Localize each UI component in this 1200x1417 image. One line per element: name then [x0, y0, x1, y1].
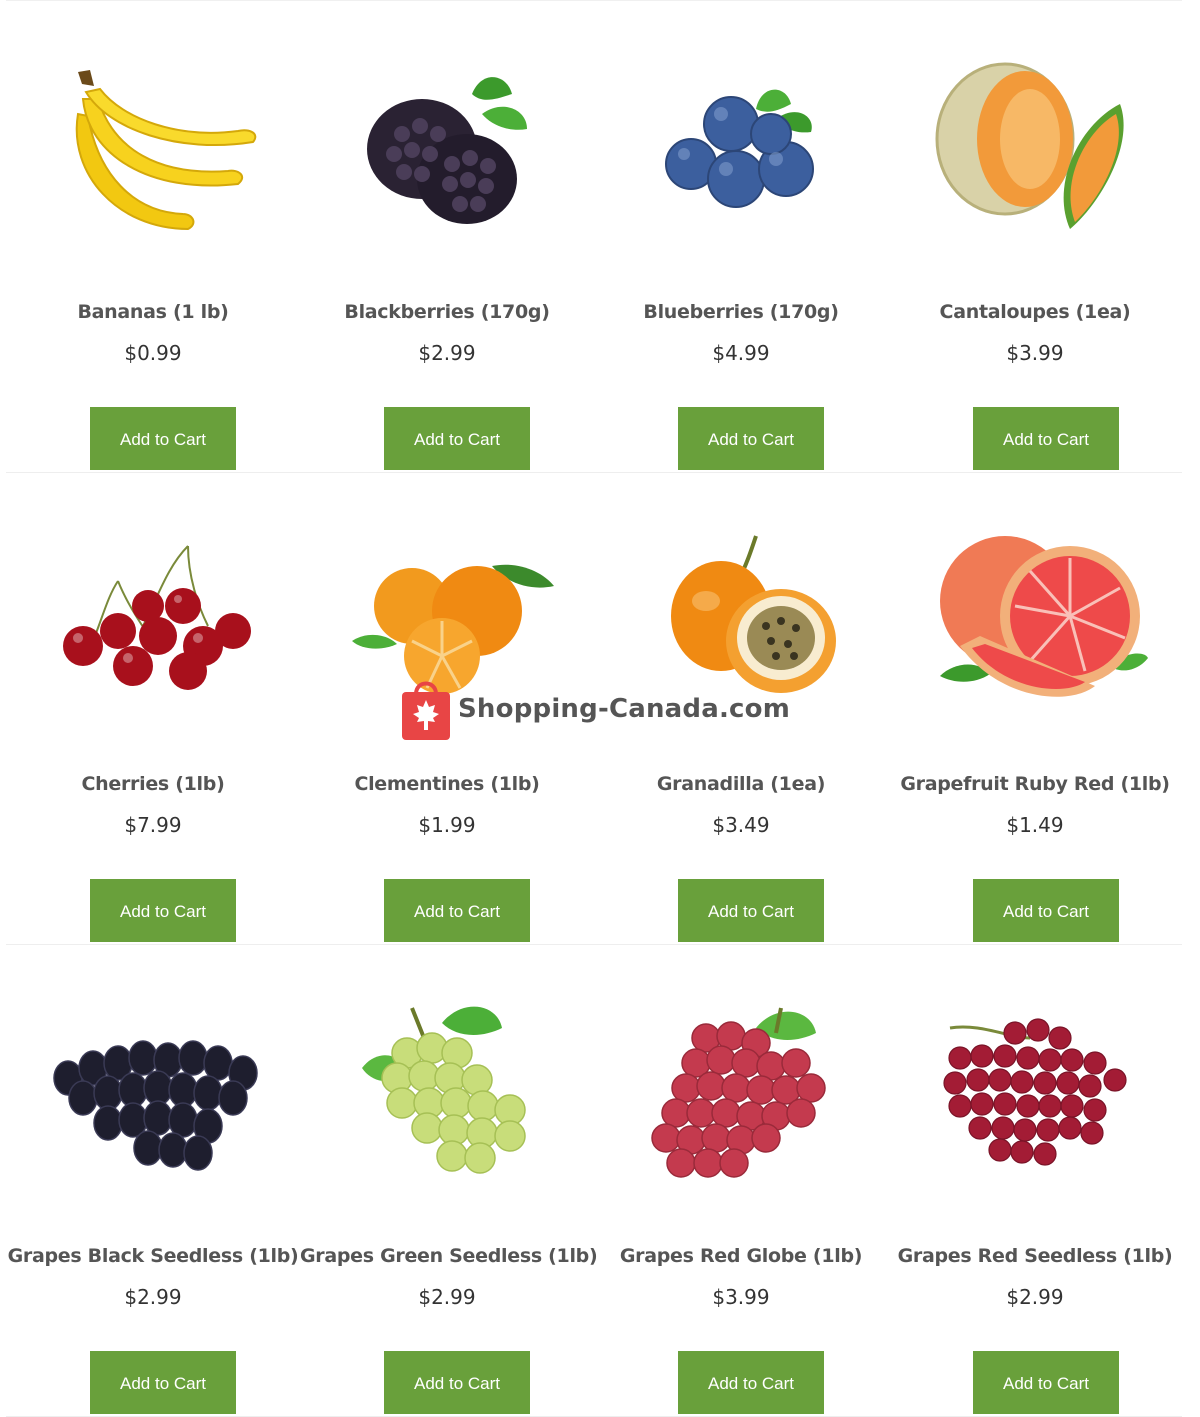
product-name[interactable]: Grapes Green Seedless (1lb): [300, 1245, 598, 1267]
product-price: $3.99: [712, 1285, 770, 1309]
cherry-image[interactable]: [26, 513, 280, 728]
product-price: $2.99: [124, 1285, 182, 1309]
product-price: $3.49: [712, 813, 770, 837]
black-grapes-image[interactable]: [26, 985, 280, 1200]
add-to-cart-button[interactable]: Add to Cart: [973, 879, 1119, 942]
add-to-cart-button[interactable]: Add to Cart: [678, 879, 824, 942]
product-price: $4.99: [712, 341, 770, 365]
banana-icon: [75, 69, 257, 230]
add-to-cart-button[interactable]: Add to Cart: [90, 879, 236, 942]
product-name[interactable]: Blackberries (170g): [300, 301, 594, 323]
product-name[interactable]: Bananas (1 lb): [6, 301, 300, 323]
red-grapes-image[interactable]: [908, 985, 1162, 1200]
product-card: Grapes Red Globe (1lb) $3.99 Add to Cart: [594, 945, 888, 1416]
add-to-cart-button[interactable]: Add to Cart: [384, 407, 530, 470]
green-grapes-image[interactable]: [320, 985, 574, 1200]
add-to-cart-button[interactable]: Add to Cart: [678, 1351, 824, 1414]
product-card: Bananas (1 lb) $0.99 Add to Cart: [6, 1, 300, 472]
product-card: Cantaloupes (1ea) $3.99 Add to Cart: [888, 1, 1182, 472]
product-name[interactable]: Grapes Red Seedless (1lb): [888, 1245, 1182, 1267]
blueberry-icon: [665, 89, 814, 208]
blueberry-image[interactable]: [614, 41, 868, 256]
red-globe-grapes-image[interactable]: [614, 985, 868, 1200]
blackberry-icon: [367, 76, 527, 224]
cantaloupe-image[interactable]: [908, 41, 1162, 256]
product-card: Blueberries (170g) $4.99 Add to Cart: [594, 1, 888, 472]
product-price: $0.99: [124, 341, 182, 365]
add-to-cart-button[interactable]: Add to Cart: [90, 407, 236, 470]
product-price: $2.99: [1006, 1285, 1064, 1309]
product-price: $2.99: [418, 1285, 476, 1309]
product-card: Grapes Red Seedless (1lb) $2.99 Add to C…: [888, 945, 1182, 1416]
product-name[interactable]: Clementines (1lb): [300, 773, 594, 795]
product-row: Bananas (1 lb) $0.99 Add to Cart Blackbe…: [6, 0, 1182, 473]
red-grapes-icon: [943, 1017, 1127, 1166]
product-price: $1.99: [418, 813, 476, 837]
product-card: Blackberries (170g) $2.99 Add to Cart: [300, 1, 594, 472]
add-to-cart-button[interactable]: Add to Cart: [973, 407, 1119, 470]
banana-image[interactable]: [26, 41, 280, 256]
product-name[interactable]: Cherries (1lb): [6, 773, 300, 795]
add-to-cart-button[interactable]: Add to Cart: [384, 1351, 530, 1414]
product-card: Grapes Green Seedless (1lb) $2.99 Add to…: [300, 945, 598, 1416]
product-price: $3.99: [1006, 341, 1064, 365]
add-to-cart-button[interactable]: Add to Cart: [384, 879, 530, 942]
product-name[interactable]: Grapes Red Globe (1lb): [594, 1245, 888, 1267]
green-grapes-icon: [362, 1006, 526, 1174]
product-price: $7.99: [124, 813, 182, 837]
product-card: Cherries (1lb) $7.99 Add to Cart: [6, 473, 300, 944]
watermark-text: Shopping-Canada.com: [458, 694, 791, 724]
product-card: Grapes Black Seedless (1lb) $2.99 Add to…: [6, 945, 300, 1416]
black-grapes-icon: [53, 1039, 258, 1171]
product-name[interactable]: Blueberries (170g): [594, 301, 888, 323]
product-name[interactable]: Granadilla (1ea): [594, 773, 888, 795]
maple-leaf-bag-icon: [402, 681, 450, 740]
add-to-cart-button[interactable]: Add to Cart: [90, 1351, 236, 1414]
blackberry-image[interactable]: [320, 41, 574, 256]
product-price: $1.49: [1006, 813, 1064, 837]
cantaloupe-icon: [935, 62, 1124, 229]
add-to-cart-button[interactable]: Add to Cart: [678, 407, 824, 470]
watermark: Shopping-Canada.com: [400, 676, 790, 742]
product-name[interactable]: Grapefruit Ruby Red (1lb): [888, 773, 1182, 795]
grapefruit-image[interactable]: [908, 513, 1162, 728]
product-name[interactable]: Grapes Black Seedless (1lb): [6, 1245, 300, 1267]
product-card: Grapefruit Ruby Red (1lb) $1.49 Add to C…: [888, 473, 1182, 944]
grapefruit-icon: [940, 535, 1148, 697]
product-name[interactable]: Cantaloupes (1ea): [888, 301, 1182, 323]
red-globe-grapes-icon: [651, 1007, 826, 1178]
add-to-cart-button[interactable]: Add to Cart: [973, 1351, 1119, 1414]
product-price: $2.99: [418, 341, 476, 365]
product-row: Grapes Black Seedless (1lb) $2.99 Add to…: [6, 945, 1182, 1417]
cherry-icon: [63, 544, 251, 690]
